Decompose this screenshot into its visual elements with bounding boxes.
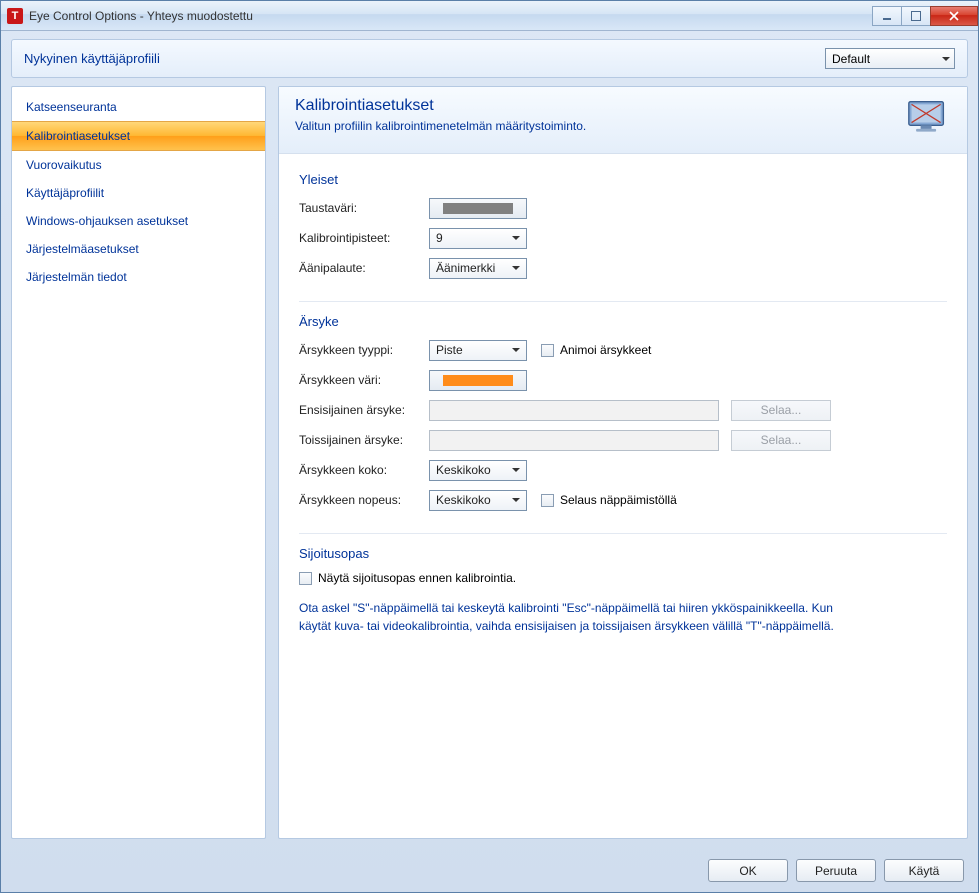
primary-browse-button[interactable]: Selaa... bbox=[731, 400, 831, 421]
profile-select[interactable]: Default bbox=[825, 48, 955, 69]
stimulus-size-select[interactable]: Keskikoko bbox=[429, 460, 527, 481]
stimulus-speed-label: Ärsykkeen nopeus: bbox=[299, 493, 429, 507]
sound-value: Äänimerkki bbox=[436, 261, 495, 275]
placement-checkbox[interactable] bbox=[299, 572, 312, 585]
keyboard-step-label: Selaus näppäimistöllä bbox=[560, 493, 677, 507]
placement-checkbox-wrap[interactable]: Näytä sijoitusopas ennen kalibrointia. bbox=[299, 571, 947, 585]
stimulus-color-swatch bbox=[443, 375, 513, 386]
primary-stimulus-label: Ensisijainen ärsyke: bbox=[299, 403, 429, 417]
secondary-stimulus-label: Toissijainen ärsyke: bbox=[299, 433, 429, 447]
chevron-down-icon bbox=[942, 57, 950, 61]
apply-button[interactable]: Käytä bbox=[884, 859, 964, 882]
window: T Eye Control Options - Yhteys muodostet… bbox=[0, 0, 979, 893]
close-icon bbox=[949, 11, 959, 21]
close-button[interactable] bbox=[930, 6, 978, 26]
secondary-stimulus-input[interactable] bbox=[429, 430, 719, 451]
sidebar-item-profiles[interactable]: Käyttäjäprofiilit bbox=[12, 179, 265, 207]
titlebar: T Eye Control Options - Yhteys muodostet… bbox=[1, 1, 978, 31]
window-title: Eye Control Options - Yhteys muodostettu bbox=[29, 9, 253, 23]
primary-stimulus-input[interactable] bbox=[429, 400, 719, 421]
chevron-down-icon bbox=[512, 498, 520, 502]
profile-label: Nykyinen käyttäjäprofiili bbox=[24, 51, 160, 66]
maximize-button[interactable] bbox=[901, 6, 931, 26]
placement-checkbox-label: Näytä sijoitusopas ennen kalibrointia. bbox=[318, 571, 516, 585]
content-title: Kalibrointiasetukset bbox=[295, 97, 903, 115]
stimulus-size-label: Ärsykkeen koko: bbox=[299, 463, 429, 477]
background-color-swatch bbox=[443, 203, 513, 214]
monitor-icon bbox=[903, 97, 951, 139]
chevron-down-icon bbox=[512, 348, 520, 352]
content-header: Kalibrointiasetukset Valitun profiilin k… bbox=[279, 87, 967, 154]
help-text: Ota askel "S"-näppäimellä tai keskeytä k… bbox=[299, 599, 859, 635]
sidebar-item-windows-control[interactable]: Windows-ohjauksen asetukset bbox=[12, 207, 265, 235]
app-icon: T bbox=[7, 8, 23, 24]
content-subtitle: Valitun profiilin kalibrointimenetelmän … bbox=[295, 119, 903, 133]
chevron-down-icon bbox=[512, 236, 520, 240]
sidebar-item-interaction[interactable]: Vuorovaikutus bbox=[12, 151, 265, 179]
points-label: Kalibrointipisteet: bbox=[299, 231, 429, 245]
cancel-button[interactable]: Peruuta bbox=[796, 859, 876, 882]
sound-select[interactable]: Äänimerkki bbox=[429, 258, 527, 279]
chevron-down-icon bbox=[512, 468, 520, 472]
sidebar-item-calibration[interactable]: Kalibrointiasetukset bbox=[12, 121, 265, 151]
background-color-button[interactable] bbox=[429, 198, 527, 219]
window-controls bbox=[873, 6, 978, 26]
secondary-browse-button[interactable]: Selaa... bbox=[731, 430, 831, 451]
section-stimulus-heading: Ärsyke bbox=[299, 314, 947, 329]
profile-selected-value: Default bbox=[832, 52, 870, 66]
content-body: Yleiset Taustaväri: Kalibrointipisteet: … bbox=[279, 154, 967, 675]
stimulus-color-label: Ärsykkeen väri: bbox=[299, 373, 429, 387]
stimulus-speed-value: Keskikoko bbox=[436, 493, 491, 507]
keyboard-step-checkbox[interactable] bbox=[541, 494, 554, 507]
sidebar-item-system-settings[interactable]: Järjestelmäasetukset bbox=[12, 235, 265, 263]
footer: OK Peruuta Käytä bbox=[1, 849, 978, 892]
animate-label: Animoi ärsykkeet bbox=[560, 343, 651, 357]
content: Kalibrointiasetukset Valitun profiilin k… bbox=[278, 86, 968, 839]
points-value: 9 bbox=[436, 231, 443, 245]
keyboard-step-checkbox-wrap[interactable]: Selaus näppäimistöllä bbox=[541, 493, 677, 507]
ok-button[interactable]: OK bbox=[708, 859, 788, 882]
animate-checkbox-wrap[interactable]: Animoi ärsykkeet bbox=[541, 343, 651, 357]
sound-label: Äänipalaute: bbox=[299, 261, 429, 275]
stimulus-type-value: Piste bbox=[436, 343, 463, 357]
stimulus-speed-select[interactable]: Keskikoko bbox=[429, 490, 527, 511]
sidebar-item-tracking[interactable]: Katseenseuranta bbox=[12, 93, 265, 121]
minimize-button[interactable] bbox=[872, 6, 902, 26]
section-stimulus: Ärsyke Ärsykkeen tyyppi: Piste Animoi är… bbox=[299, 314, 947, 534]
section-placement-heading: Sijoitusopas bbox=[299, 546, 947, 561]
animate-checkbox[interactable] bbox=[541, 344, 554, 357]
section-general-heading: Yleiset bbox=[299, 172, 947, 187]
section-placement: Sijoitusopas Näytä sijoitusopas ennen ka… bbox=[299, 546, 947, 649]
sidebar-item-system-info[interactable]: Järjestelmän tiedot bbox=[12, 263, 265, 291]
stimulus-size-value: Keskikoko bbox=[436, 463, 491, 477]
stimulus-type-label: Ärsykkeen tyyppi: bbox=[299, 343, 429, 357]
stimulus-type-select[interactable]: Piste bbox=[429, 340, 527, 361]
points-select[interactable]: 9 bbox=[429, 228, 527, 249]
body-area: Katseenseuranta Kalibrointiasetukset Vuo… bbox=[1, 86, 978, 849]
sidebar: Katseenseuranta Kalibrointiasetukset Vuo… bbox=[11, 86, 266, 839]
chevron-down-icon bbox=[512, 266, 520, 270]
background-label: Taustaväri: bbox=[299, 201, 429, 215]
stimulus-color-button[interactable] bbox=[429, 370, 527, 391]
section-general: Yleiset Taustaväri: Kalibrointipisteet: … bbox=[299, 172, 947, 302]
profile-bar: Nykyinen käyttäjäprofiili Default bbox=[11, 39, 968, 78]
